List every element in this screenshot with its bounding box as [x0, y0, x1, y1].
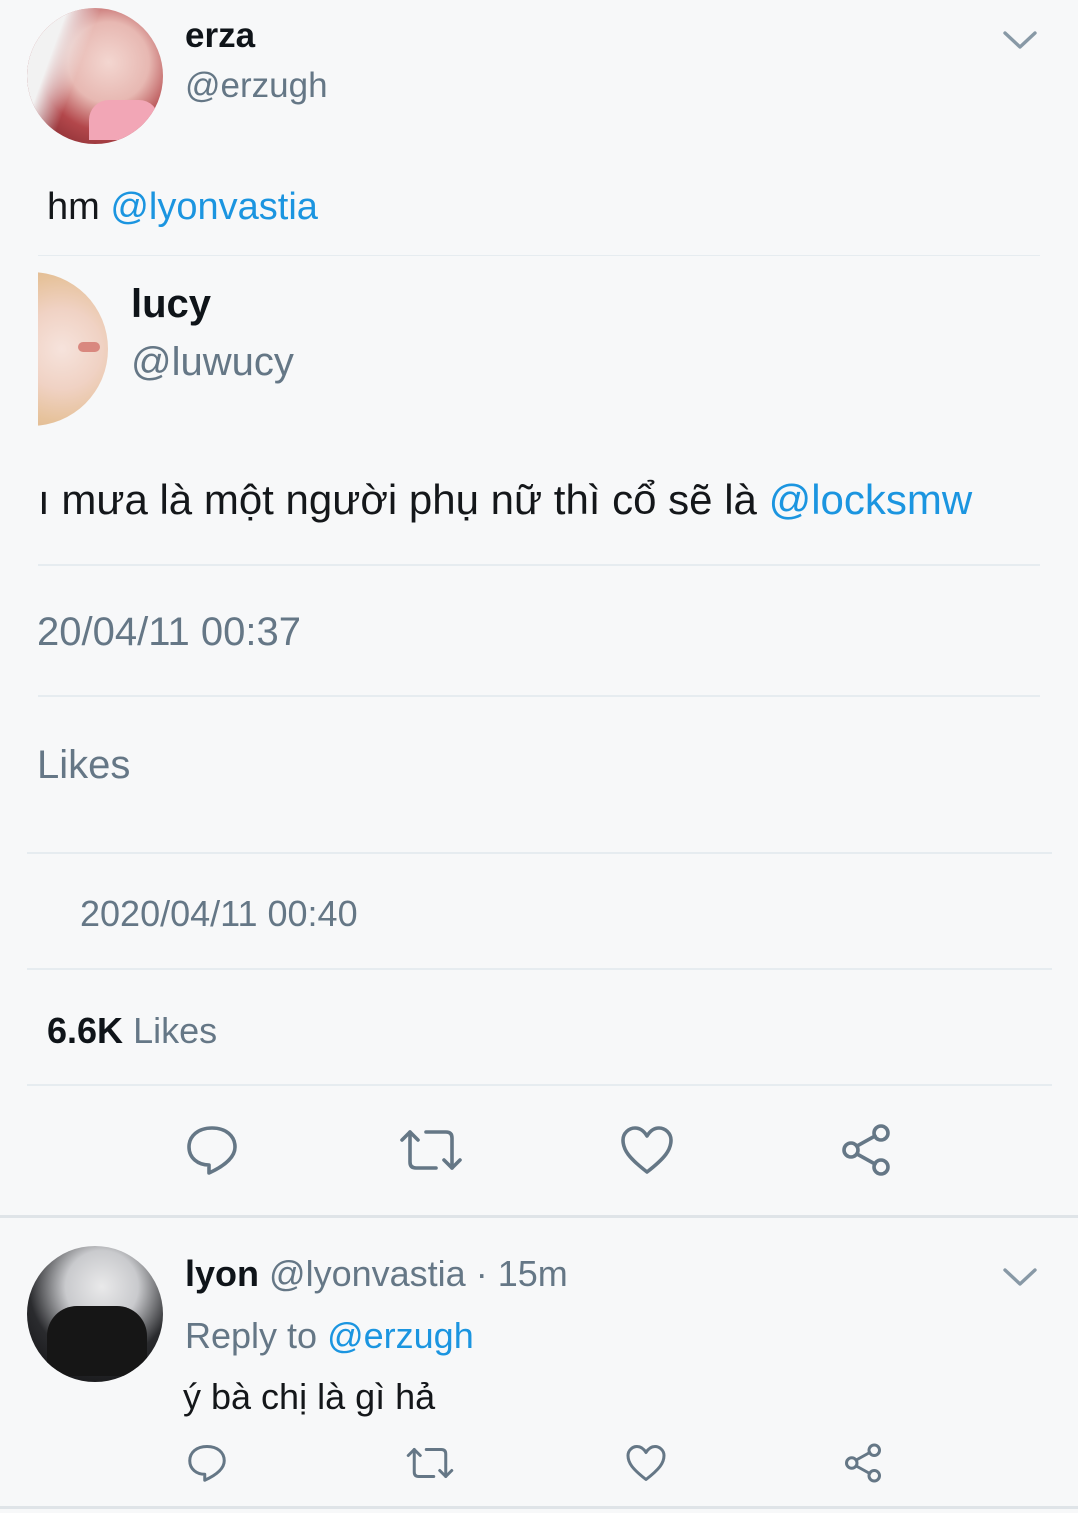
- quoted-text: ı mưa là một người phụ nữ thì cổ sẽ là @…: [38, 476, 1040, 528]
- reply-to-label: Reply to: [185, 1315, 318, 1356]
- reply-author-handle[interactable]: @lyonvastia: [269, 1253, 466, 1294]
- divider: [27, 968, 1052, 970]
- reply-author-name[interactable]: lyon: [185, 1253, 259, 1294]
- reply-retweet-icon[interactable]: [404, 1440, 456, 1486]
- quoted-author-name[interactable]: lucy: [131, 282, 211, 327]
- author-name[interactable]: erza: [185, 16, 255, 56]
- reply-share-icon[interactable]: [840, 1440, 886, 1486]
- reply-author-avatar[interactable]: [27, 1246, 163, 1382]
- reply-time: 15m: [497, 1253, 568, 1294]
- divider: [27, 852, 1052, 854]
- tweet-timestamp: 2020/04/11 00:40: [80, 893, 358, 934]
- reply-text: ý bà chị là gì hả: [183, 1376, 436, 1417]
- like-icon[interactable]: [615, 1118, 679, 1182]
- bottom-divider: [0, 1506, 1078, 1509]
- divider: [38, 564, 1040, 566]
- quoted-author-handle[interactable]: @luwucy: [131, 340, 294, 385]
- author-handle[interactable]: @erzugh: [185, 66, 328, 106]
- quoted-avatar[interactable]: [38, 272, 108, 426]
- likes-count: 6.6K: [47, 1010, 124, 1051]
- quoted-cut-char: ı: [38, 476, 62, 523]
- mention-link[interactable]: @lyonvastia: [110, 186, 318, 228]
- divider: [27, 1084, 1052, 1086]
- reply-icon[interactable]: [180, 1118, 244, 1182]
- quoted-timestamp: 20/04/11 00:37: [37, 610, 301, 654]
- tweet-text-prefix: hm: [47, 186, 111, 228]
- reply-context: Reply to @erzugh: [185, 1315, 474, 1357]
- chevron-down-icon[interactable]: [1000, 25, 1040, 55]
- divider: [38, 255, 1040, 256]
- retweet-icon[interactable]: [396, 1118, 466, 1182]
- reply-to-handle[interactable]: @erzugh: [327, 1315, 474, 1356]
- likes-label: Likes: [133, 1010, 218, 1051]
- reply-separator: ·: [475, 1253, 488, 1294]
- author-avatar[interactable]: [27, 8, 163, 144]
- quoted-text-body: mưa là một người phụ nữ thì cổ sẽ là: [61, 476, 769, 523]
- divider: [38, 695, 1040, 697]
- reply-chevron-down-icon[interactable]: [1000, 1262, 1040, 1292]
- reply-header: lyon @lyonvastia · 15m: [185, 1253, 568, 1295]
- share-icon[interactable]: [834, 1118, 898, 1182]
- thread-divider: [0, 1215, 1078, 1218]
- quoted-likes-label[interactable]: Likes: [37, 743, 130, 788]
- reply-like-icon[interactable]: [623, 1440, 669, 1486]
- reply-reply-icon[interactable]: [184, 1440, 230, 1486]
- likes-stat[interactable]: 6.6K Likes: [47, 1010, 217, 1052]
- tweet-text: hm @lyonvastia: [47, 186, 318, 229]
- quoted-mention-link[interactable]: @locksmw: [769, 476, 973, 523]
